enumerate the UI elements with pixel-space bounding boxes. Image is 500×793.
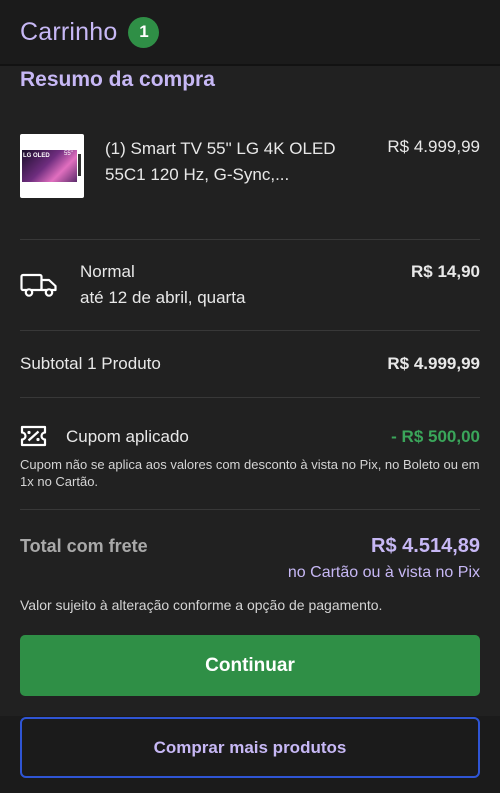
divider	[20, 330, 480, 331]
total-payment-subtext: no Cartão ou à vista no Pix	[287, 564, 480, 581]
coupon-label: Cupom aplicado	[66, 427, 189, 446]
shipping-date: até 12 de abril, quarta	[80, 288, 246, 307]
purchase-summary: Resumo da compra LG OLED 55" (1) Smart T…	[0, 66, 500, 716]
coupon-discount: - R$ 500,00	[391, 427, 480, 446]
product-thumbnail[interactable]: LG OLED 55"	[20, 134, 84, 198]
cart-count-badge: 1	[128, 16, 160, 48]
thumb-size-text: 55"	[64, 151, 73, 157]
divider	[20, 397, 480, 398]
continue-button[interactable]: Continuar	[20, 635, 480, 696]
divider	[20, 239, 480, 240]
truck-icon	[20, 273, 57, 297]
buy-more-products-button[interactable]: Comprar mais produtos	[20, 717, 480, 778]
total-label: Total com frete	[20, 536, 148, 556]
product-price: R$ 4.999,99	[387, 137, 480, 156]
subtotal-value: R$ 4.999,99	[387, 354, 480, 373]
coupon-ticket-icon	[20, 425, 47, 447]
page-title: Carrinho	[20, 17, 118, 46]
summary-title: Resumo da compra	[20, 68, 215, 91]
product-name[interactable]: (1) Smart TV 55" LG 4K OLED 55C1 120 Hz,…	[105, 136, 365, 188]
total-value: R$ 4.514,89	[371, 535, 480, 557]
shipping-price: R$ 14,90	[411, 262, 480, 281]
shipping-method: Normal	[80, 262, 135, 281]
subtotal-label: Subtotal 1 Produto	[20, 354, 161, 373]
coupon-note: Cupom não se aplica aos valores com desc…	[20, 457, 480, 489]
price-disclaimer: Valor sujeito à alteração conforme a opç…	[20, 597, 383, 613]
cart-header: Carrinho 1	[0, 0, 500, 64]
divider	[20, 509, 480, 510]
tv-stand-image	[78, 154, 81, 176]
thumb-brand-text: LG OLED	[23, 153, 50, 159]
